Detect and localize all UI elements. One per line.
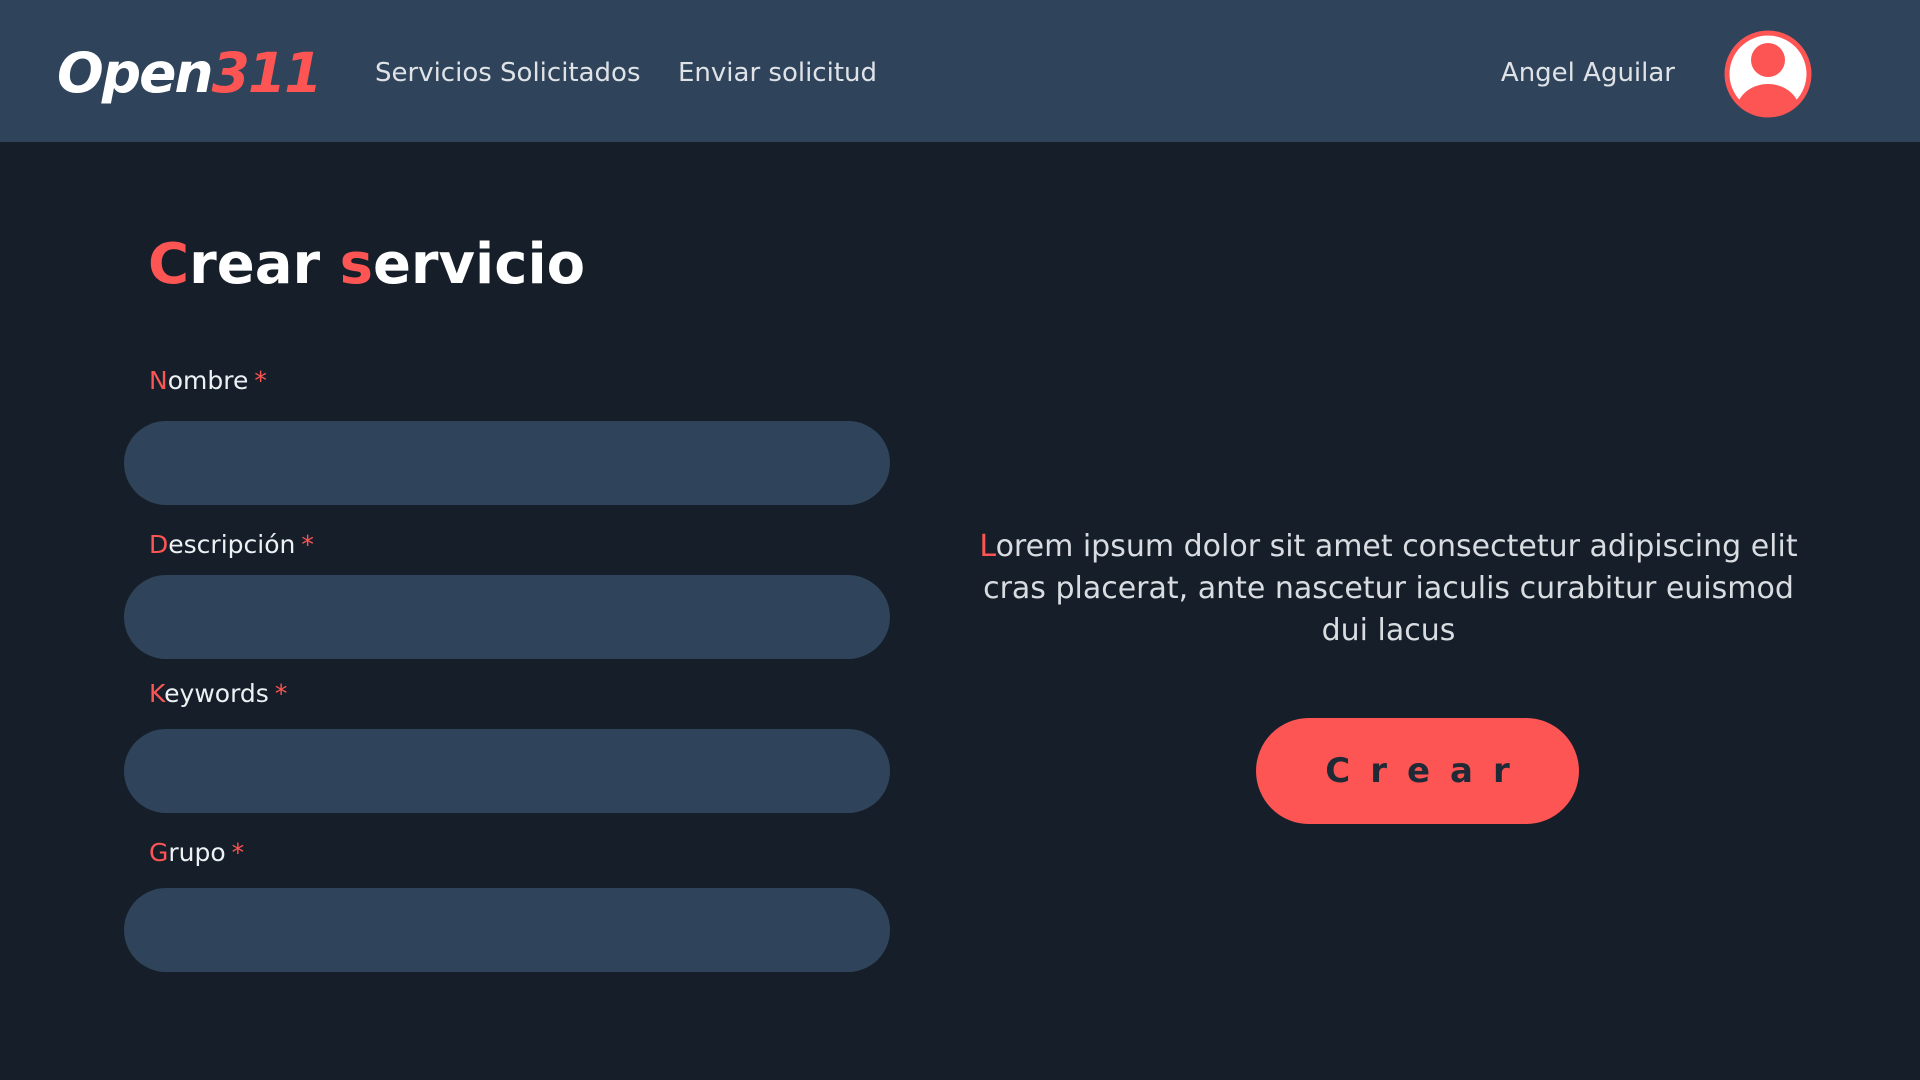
grupo-label: Grupo * [149,838,245,867]
page-title: Crear servicio [148,232,586,297]
logo-text-open: Open [57,41,214,105]
logo-text-311: 311 [211,41,323,105]
required-asterisk: * [254,366,267,395]
required-asterisk: * [274,679,288,708]
keywords-label: Keywords * [149,679,288,708]
user-name[interactable]: Angel Aguilar [1501,55,1675,91]
descripcion-input[interactable] [124,575,890,659]
required-asterisk: * [301,530,314,559]
descripcion-label: Descripción * [149,530,314,559]
user-avatar[interactable] [1724,30,1812,118]
user-circle-icon [1724,30,1812,118]
crear-button[interactable]: Crear [1256,718,1579,824]
nombre-label: Nombre * [149,366,267,395]
keywords-input[interactable] [124,729,890,813]
required-asterisk: * [231,838,245,867]
app-logo[interactable]: Open311 [57,38,323,108]
nav-link-enviar-solicitud[interactable]: Enviar solicitud [678,55,877,91]
nav-link-servicios-solicitados[interactable]: Servicios Solicitados [375,55,641,91]
grupo-input[interactable] [124,888,890,972]
description-text: Lorem ipsum dolor sit amet consectetur a… [979,529,1798,648]
top-navbar: Open311 Servicios Solicitados Enviar sol… [0,0,1920,142]
nombre-input[interactable] [124,421,890,505]
